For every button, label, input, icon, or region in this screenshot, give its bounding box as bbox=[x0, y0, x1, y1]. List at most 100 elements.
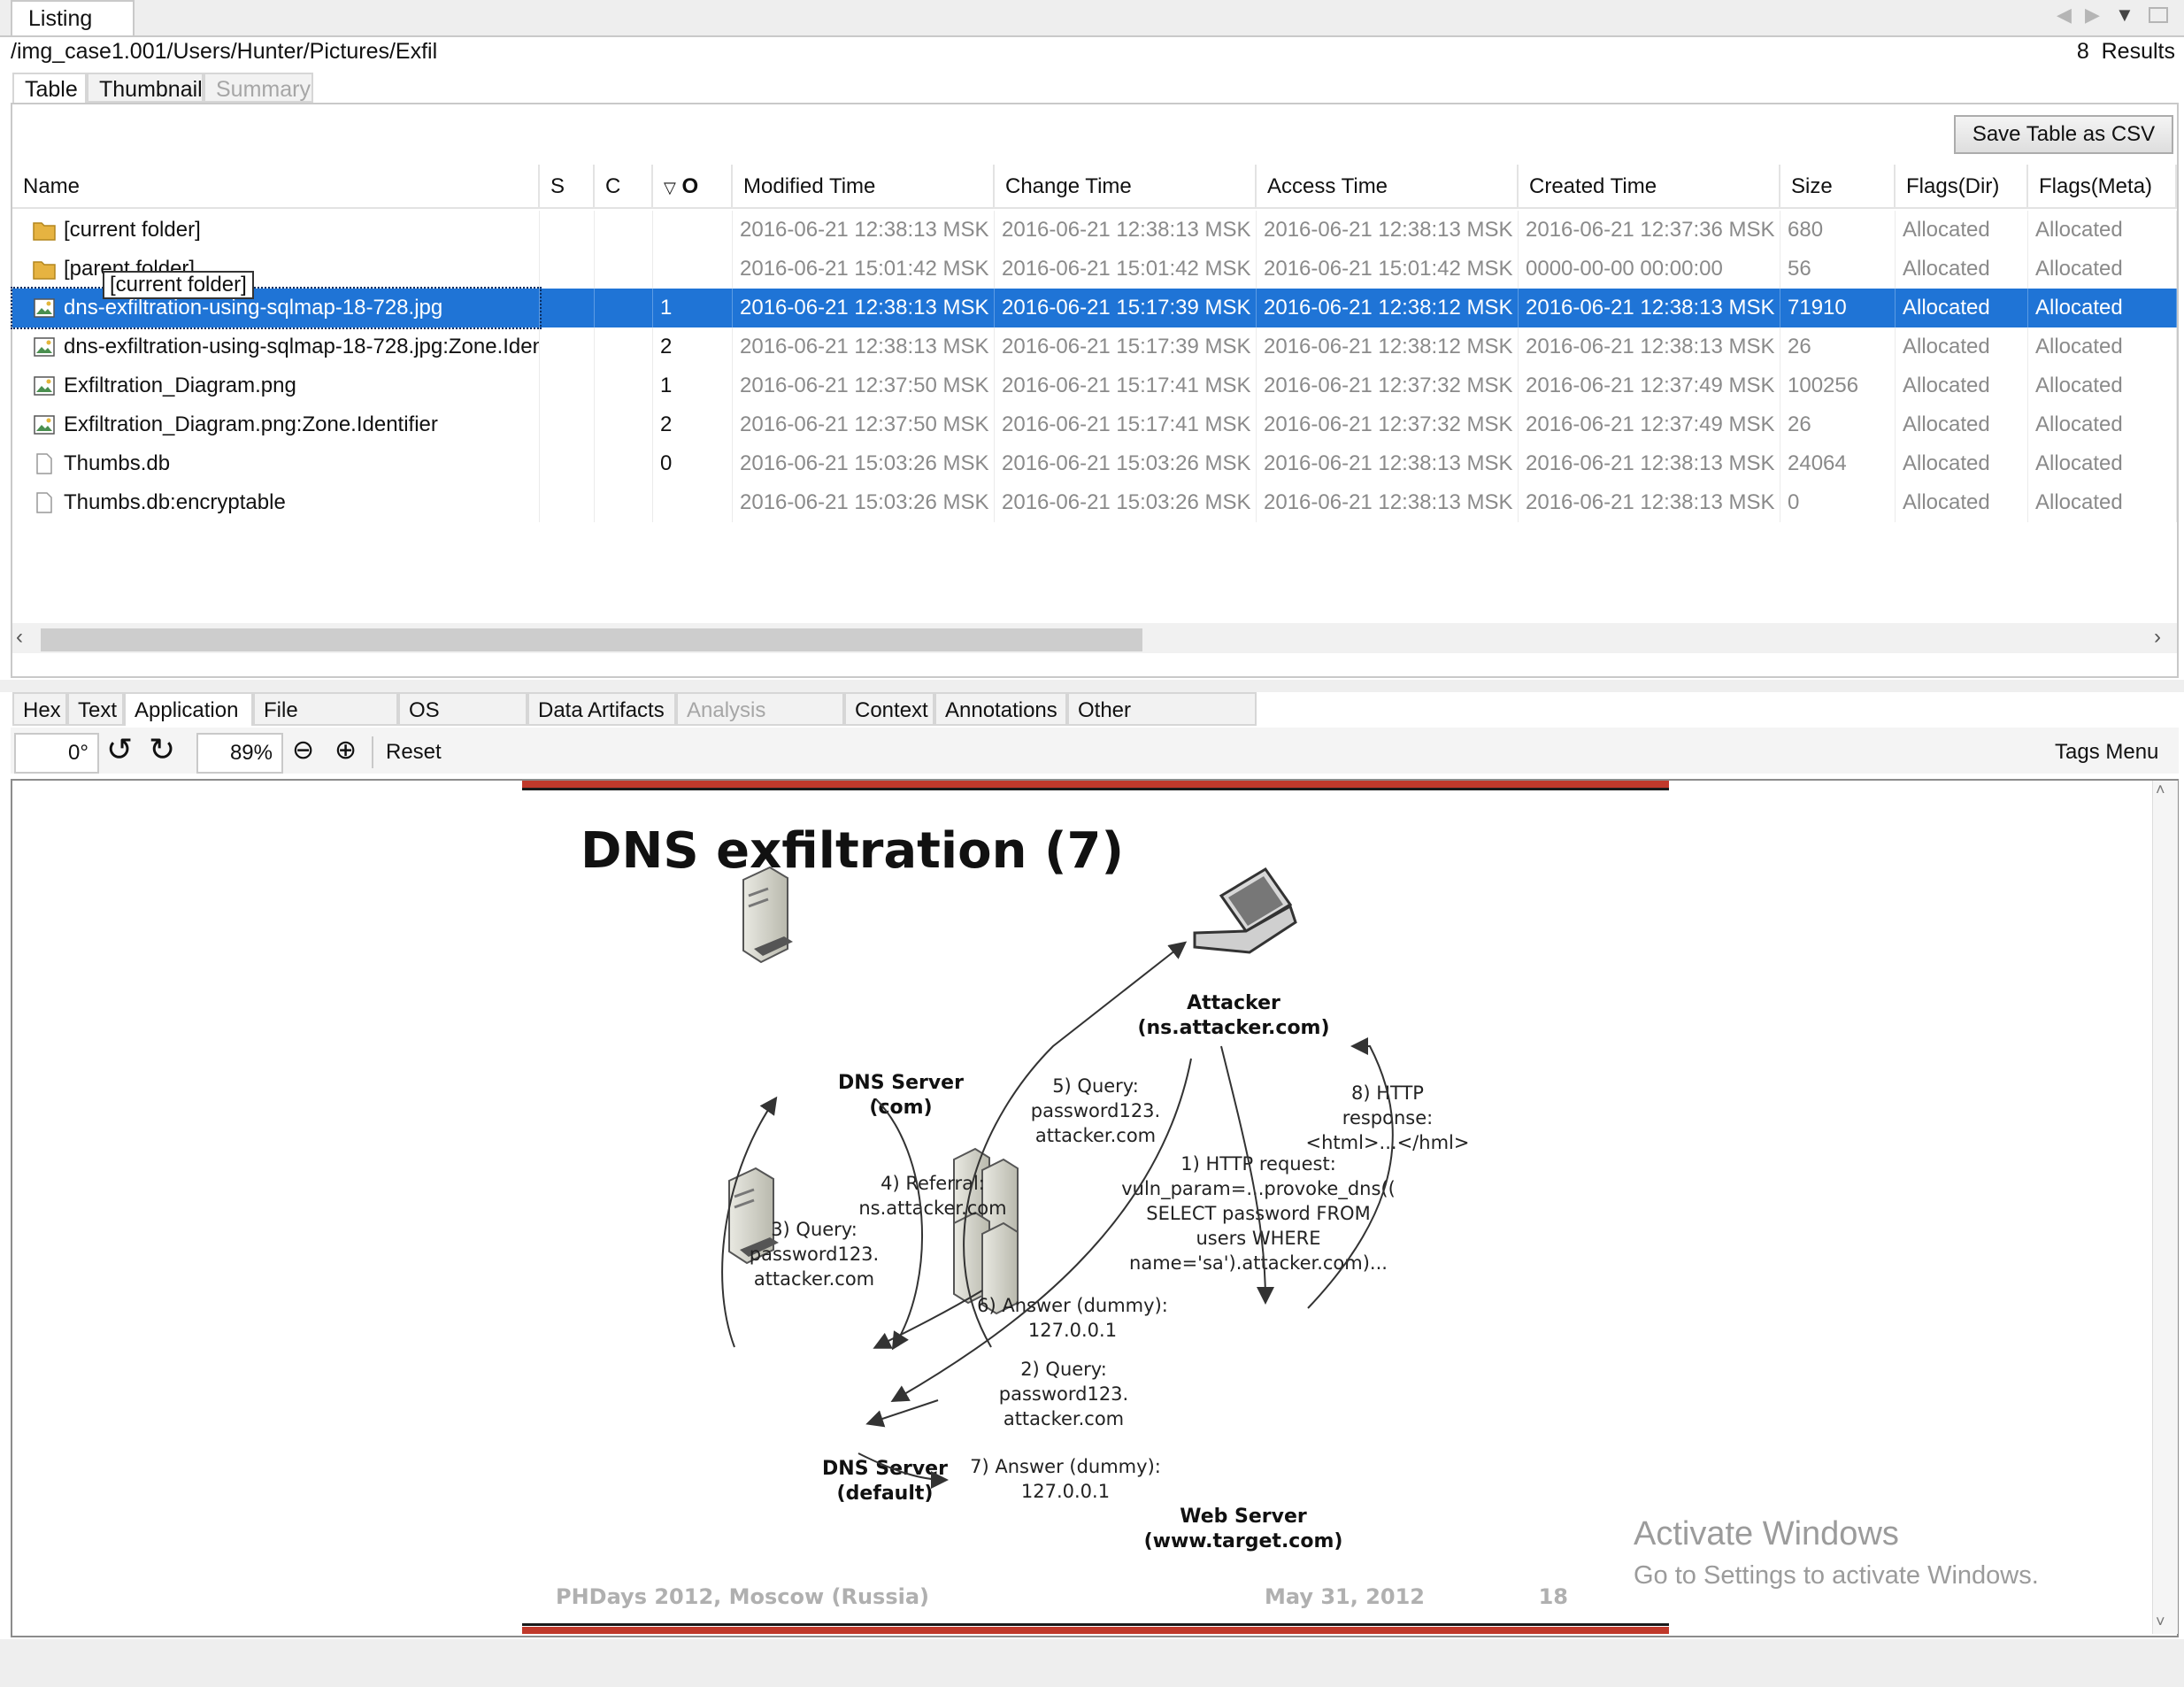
results-number: 8 bbox=[2076, 39, 2089, 64]
step1-line1: 1) HTTP request: bbox=[1180, 1153, 1336, 1175]
step8-line2: response: bbox=[1342, 1107, 1433, 1129]
rotation-field[interactable]: 0° bbox=[14, 733, 99, 774]
cell-flags-meta: Allocated bbox=[2028, 250, 2177, 289]
cell-modified: 2016-06-21 12:38:13 MSK bbox=[733, 327, 995, 366]
scroll-left-icon[interactable]: ‹ bbox=[16, 625, 23, 650]
tags-menu-button[interactable]: Tags Menu bbox=[2055, 740, 2158, 765]
tab-context[interactable]: Context bbox=[844, 692, 934, 726]
tab-os-account[interactable]: OS Account bbox=[398, 692, 527, 756]
table-row[interactable]: Thumbs.db:encryptable 2016-06-21 15:03:26… bbox=[12, 483, 2177, 522]
attacker-label: Attacker bbox=[1187, 992, 1280, 1014]
path-breadcrumb: /img_case1.001/Users/Hunter/Pictures/Exf… bbox=[11, 39, 438, 64]
tab-annotations[interactable]: Annotations bbox=[934, 692, 1067, 726]
rotate-right-icon[interactable]: ↻ bbox=[149, 731, 175, 768]
column-header-s[interactable]: S bbox=[540, 165, 595, 209]
cell-o: 2 bbox=[653, 405, 733, 444]
tab-summary[interactable]: Summary bbox=[204, 73, 313, 103]
cell-change: 2016-06-21 15:17:41 MSK bbox=[995, 405, 1257, 444]
cell-s bbox=[540, 405, 595, 444]
column-header-o-label: O bbox=[681, 174, 699, 198]
tab-table[interactable]: Table bbox=[12, 73, 87, 103]
column-header-name[interactable]: Name bbox=[12, 165, 540, 209]
scroll-down-icon[interactable]: ˅ bbox=[2156, 1613, 2165, 1631]
cell-access: 2016-06-21 12:38:13 MSK bbox=[1257, 444, 1519, 483]
cell-flags-meta: Allocated bbox=[2028, 327, 2177, 366]
tab-application[interactable]: Application bbox=[124, 692, 253, 726]
column-header-o[interactable]: ▽ O bbox=[653, 165, 733, 209]
tab-listing[interactable]: Listing bbox=[11, 0, 135, 35]
cell-change: 2016-06-21 12:38:13 MSK bbox=[995, 211, 1257, 250]
cell-flags-meta: Allocated bbox=[2028, 444, 2177, 483]
vertical-scrollbar[interactable] bbox=[2152, 781, 2178, 1634]
column-header-flags-meta[interactable]: Flags(Meta) bbox=[2028, 165, 2177, 209]
cell-flags-meta: Allocated bbox=[2028, 211, 2177, 250]
tab-text[interactable]: Text bbox=[67, 692, 124, 726]
cell-created: 0000-00-00 00:00:00 bbox=[1519, 250, 1780, 289]
cell-access: 2016-06-21 12:38:12 MSK bbox=[1257, 289, 1519, 327]
file-name: dns-exfiltration-using-sqlmap-18-728.jpg bbox=[64, 296, 443, 320]
tab-hex[interactable]: Hex bbox=[12, 692, 67, 726]
dns-default-label: DNS Server bbox=[822, 1458, 948, 1480]
slide-footer-page: 18 bbox=[1539, 1584, 1568, 1609]
horizontal-scroll-thumb[interactable] bbox=[41, 628, 1142, 651]
table-row[interactable]: Thumbs.db 0 2016-06-21 15:03:26 MSK 2016-06… bbox=[12, 444, 2177, 483]
toolbar-divider bbox=[372, 736, 373, 768]
cell-change: 2016-06-21 15:17:39 MSK bbox=[995, 289, 1257, 327]
cell-s bbox=[540, 366, 595, 405]
cell-created: 2016-06-21 12:37:49 MSK bbox=[1519, 366, 1780, 405]
cell-created: 2016-06-21 12:37:49 MSK bbox=[1519, 405, 1780, 444]
step3-line3: attacker.com bbox=[754, 1268, 874, 1290]
column-header-modified[interactable]: Modified Time bbox=[733, 165, 995, 209]
table-row[interactable]: [current folder] 2016-06-21 12:38:13 MSK 2… bbox=[12, 211, 2177, 250]
zoom-in-icon[interactable]: ⊕ bbox=[335, 735, 357, 766]
cell-c bbox=[595, 483, 653, 522]
column-header-access[interactable]: Access Time bbox=[1257, 165, 1519, 209]
splitter[interactable] bbox=[0, 680, 2184, 692]
cell-c bbox=[595, 366, 653, 405]
step4-line1: 4) Referral: bbox=[881, 1173, 985, 1194]
cell-access: 2016-06-21 15:01:42 MSK bbox=[1257, 250, 1519, 289]
cell-size: 680 bbox=[1780, 211, 1896, 250]
cell-modified: 2016-06-21 15:03:26 MSK bbox=[733, 444, 995, 483]
tab-data-artifacts[interactable]: Data Artifacts bbox=[527, 692, 676, 726]
cell-c bbox=[595, 405, 653, 444]
cell-flags-meta: Allocated bbox=[2028, 366, 2177, 405]
back-arrow-icon[interactable]: ◀ bbox=[2057, 4, 2072, 27]
reset-button[interactable]: Reset bbox=[386, 740, 442, 765]
column-header-c[interactable]: C bbox=[595, 165, 653, 209]
cell-size: 100256 bbox=[1780, 366, 1896, 405]
tab-file-metadata[interactable]: File Metadata bbox=[253, 692, 398, 756]
cell-c bbox=[595, 327, 653, 366]
cell-name: dns-exfiltration-using-sqlmap-18-728.jpg… bbox=[12, 327, 540, 366]
table-row[interactable]: dns-exfiltration-using-sqlmap-18-728.jpg… bbox=[11, 287, 2177, 329]
scroll-right-icon[interactable]: › bbox=[2154, 625, 2161, 650]
table-row[interactable]: [parent folder] 2016-06-21 15:01:42 MSK 20… bbox=[12, 250, 2177, 289]
maximize-icon[interactable] bbox=[2149, 7, 2168, 23]
column-header-change[interactable]: Change Time bbox=[995, 165, 1257, 209]
step6-line1: 6) Answer (dummy): bbox=[977, 1295, 1168, 1316]
tab-other-occurrences[interactable]: Other Occurrences bbox=[1067, 692, 1257, 756]
save-table-csv-button[interactable]: Save Table as CSV bbox=[1954, 115, 2173, 154]
step5-line2: password123. bbox=[1031, 1100, 1160, 1121]
column-header-size[interactable]: Size bbox=[1780, 165, 1896, 209]
cell-s bbox=[540, 483, 595, 522]
tab-thumbnail[interactable]: Thumbnail bbox=[87, 73, 204, 103]
column-header-created[interactable]: Created Time bbox=[1519, 165, 1780, 209]
table-row[interactable]: dns-exfiltration-using-sqlmap-18-728.jpg… bbox=[12, 327, 2177, 366]
step1-line2: vuln_param=...provoke_dns(( bbox=[1121, 1178, 1396, 1200]
cell-flags-dir: Allocated bbox=[1896, 289, 2028, 327]
table-row[interactable]: Exfiltration_Diagram.png:Zone.Identifier… bbox=[12, 405, 2177, 444]
rotate-left-icon[interactable]: ↺ bbox=[106, 731, 133, 768]
slide-title: DNS exfiltration (7) bbox=[581, 822, 1124, 880]
cell-modified: 2016-06-21 12:38:13 MSK bbox=[733, 289, 995, 327]
cell-access: 2016-06-21 12:38:12 MSK bbox=[1257, 327, 1519, 366]
column-header-flags-dir[interactable]: Flags(Dir) bbox=[1896, 165, 2028, 209]
step2-line1: 2) Query: bbox=[1020, 1359, 1107, 1380]
zoom-out-icon[interactable]: ⊖ bbox=[292, 735, 314, 766]
zoom-field[interactable]: 89% bbox=[196, 733, 283, 774]
table-row[interactable]: Exfiltration_Diagram.png 1 2016-06-21 12:3… bbox=[12, 366, 2177, 405]
scroll-up-icon[interactable]: ˄ bbox=[2156, 781, 2165, 799]
forward-arrow-icon[interactable]: ▶ bbox=[2085, 4, 2100, 27]
tab-analysis-results[interactable]: Analysis Results bbox=[676, 692, 844, 756]
dropdown-arrow-icon[interactable]: ▼ bbox=[2115, 4, 2134, 27]
